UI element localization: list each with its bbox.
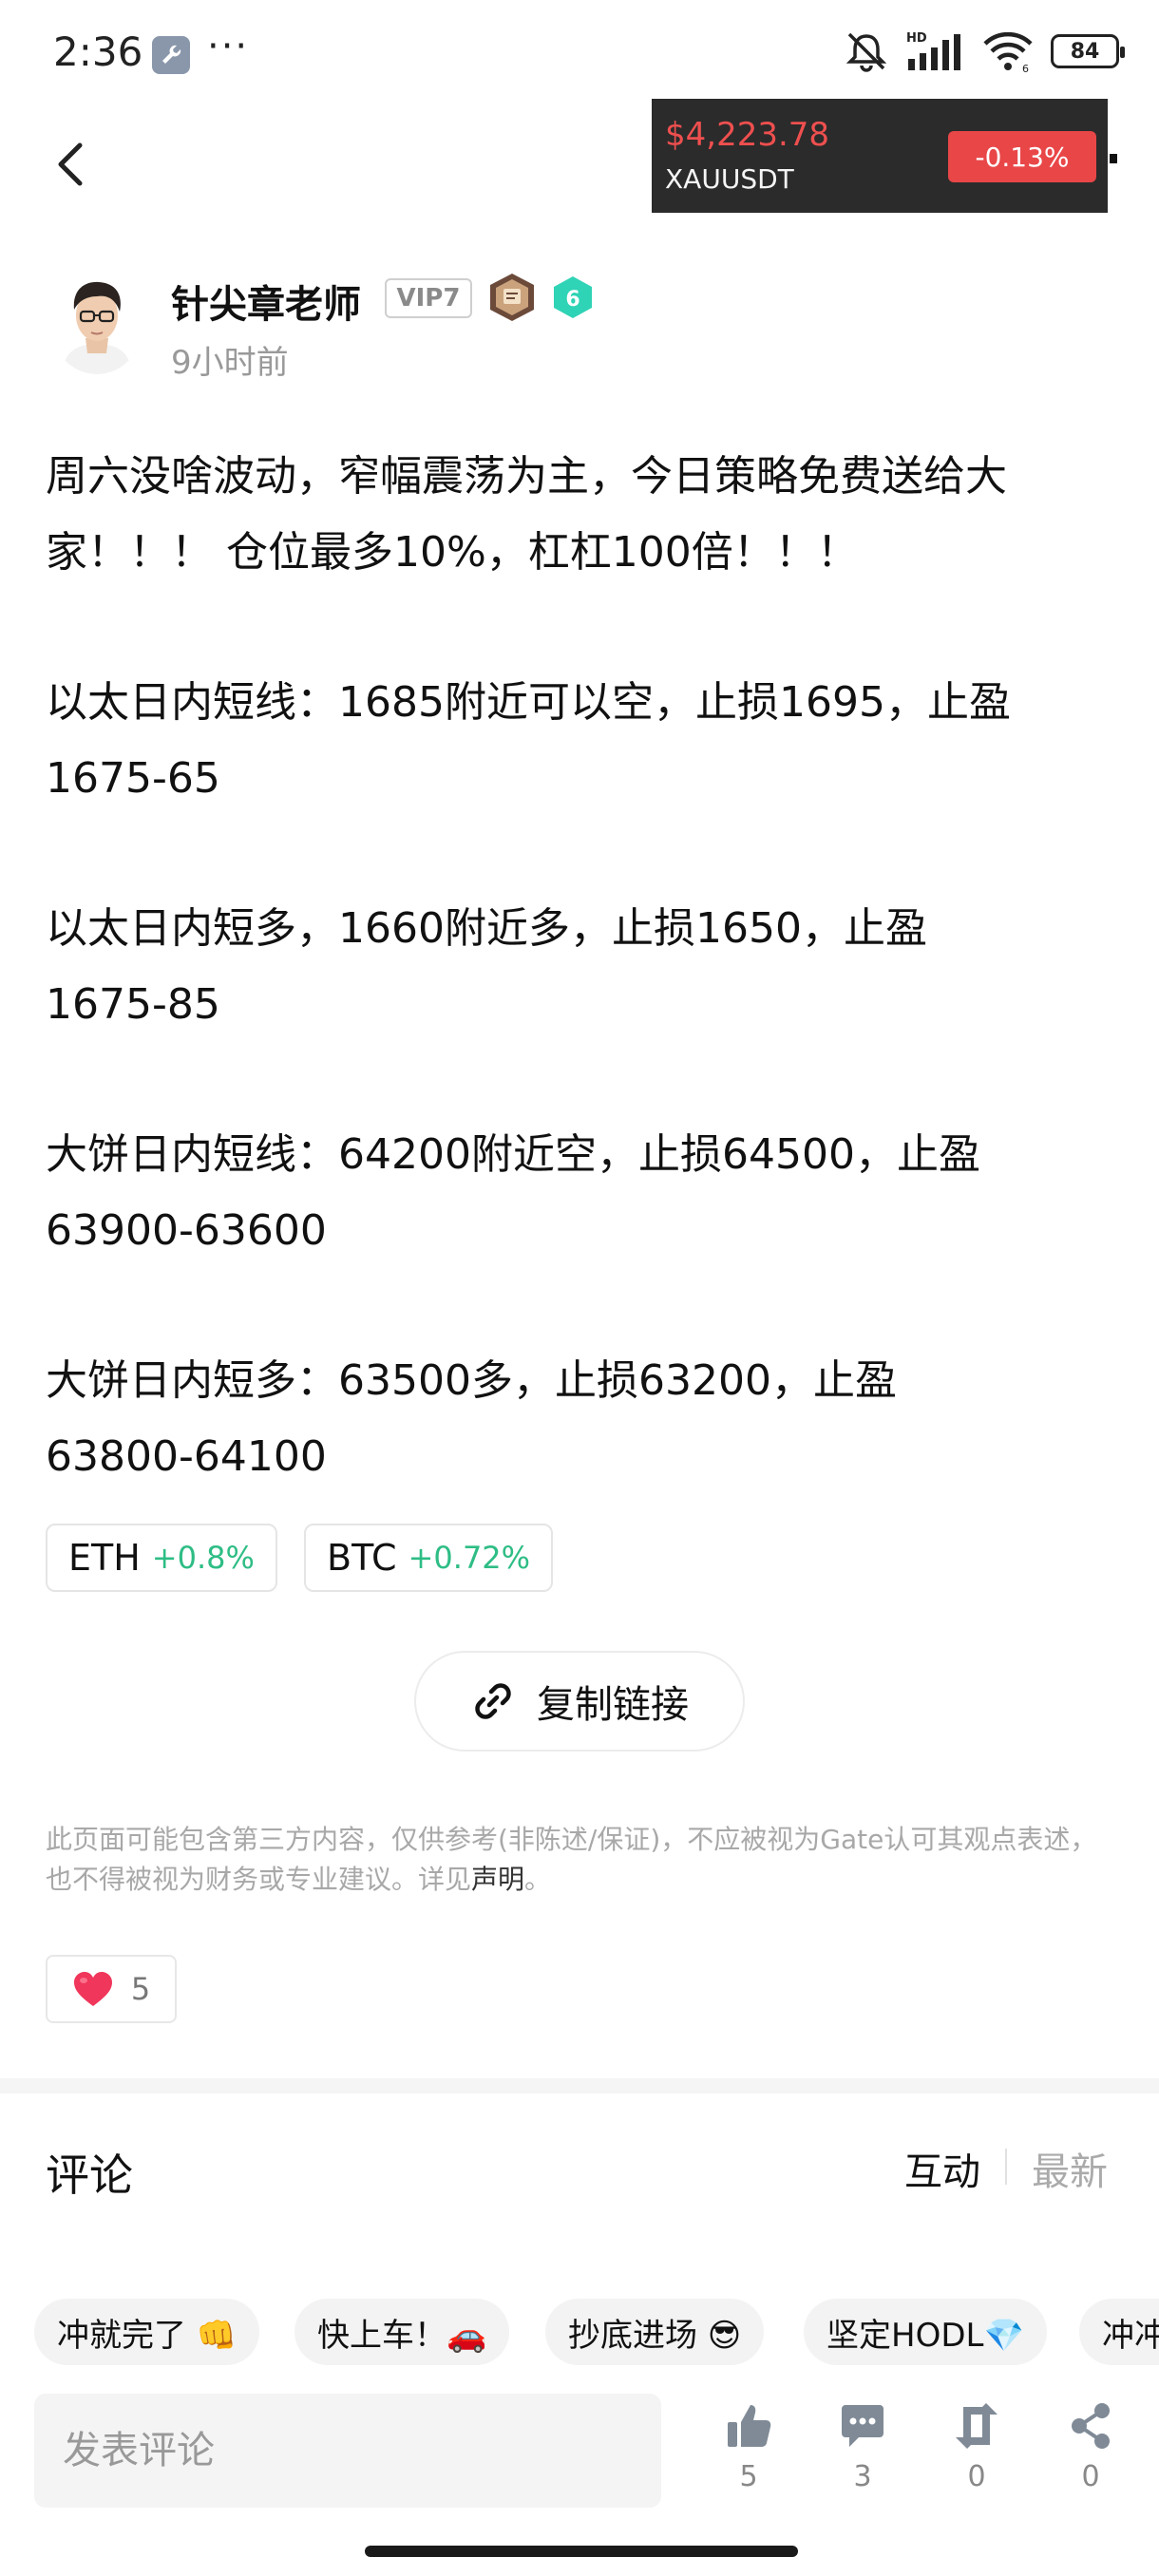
repost-action-button[interactable]: 0 xyxy=(939,2401,1015,2493)
status-bar: 2:36 ··· HD 6 84 xyxy=(0,0,1159,104)
heart-icon xyxy=(73,1972,112,2006)
coin-tag-btc[interactable]: BTC +0.72% xyxy=(304,1524,554,1592)
level-badge-number: 6 xyxy=(565,288,580,312)
comment-action-count: 3 xyxy=(853,2460,872,2493)
price-ticker-card[interactable]: $4,223.78 XAUUSDT -0.13% xyxy=(652,99,1108,213)
post-time: 9小时前 xyxy=(171,344,289,382)
comment-icon xyxy=(842,2405,884,2447)
signal-icon: HD xyxy=(906,31,960,70)
quick-reply-chips: 冲就完了 👊 快上车！🚗 抄底进场 😎 坚定HODL💎 冲冲冲 xyxy=(34,2299,1159,2365)
share-icon xyxy=(1072,2403,1110,2449)
author-name[interactable]: 针尖章老师 xyxy=(171,274,361,329)
share-action-button[interactable]: 0 xyxy=(1053,2401,1129,2493)
coin-tag-eth[interactable]: ETH +0.8% xyxy=(46,1524,277,1592)
quick-reply-chip[interactable]: 冲就完了 👊 xyxy=(34,2299,260,2365)
home-indicator[interactable] xyxy=(365,2546,798,2557)
status-more-dots: ··· xyxy=(207,25,250,68)
chevron-left-icon xyxy=(58,142,83,186)
coin-tag-change: +0.8% xyxy=(151,1540,255,1576)
coin-tag-name: BTC xyxy=(327,1537,397,1579)
disclaimer-text: 此页面可能包含第三方内容，仅供参考(非陈述/保证)，不应被视为Gate认可其观点… xyxy=(46,1824,1097,1895)
comments-title: 评论 xyxy=(46,2150,133,2201)
comment-action-button[interactable]: 3 xyxy=(825,2401,901,2493)
wrench-icon xyxy=(152,36,190,74)
svg-text:6: 6 xyxy=(1022,63,1029,72)
like-reaction-button[interactable]: 5 xyxy=(46,1955,177,2023)
copy-link-button[interactable]: 复制链接 xyxy=(414,1651,745,1752)
status-time: 2:36 xyxy=(53,28,143,75)
post-line: 大饼日内短多：63500多，止损63200，止盈 xyxy=(46,1356,897,1405)
tab-interactive[interactable]: 互动 xyxy=(904,2141,980,2196)
ticker-edge-marker xyxy=(1110,154,1117,163)
author-avatar[interactable] xyxy=(49,268,144,374)
post-line: 1675-85 xyxy=(46,980,220,1029)
thumbs-up-icon xyxy=(728,2405,771,2447)
svg-text:HD: HD xyxy=(906,31,927,46)
copy-link-label: 复制链接 xyxy=(537,1683,689,1727)
section-divider xyxy=(0,2078,1159,2093)
repost-icon xyxy=(956,2403,998,2449)
disclaimer-link[interactable]: 声明 xyxy=(471,1864,524,1895)
post-line: 63900-63600 xyxy=(46,1206,327,1255)
quick-reply-chip[interactable]: 冲冲冲 xyxy=(1079,2299,1159,2365)
post-body: 周六没啥波动，窄幅震荡为主，今日策略免费送给大 家！！！ 仓位最多10%，杠杠1… xyxy=(46,439,1129,1495)
status-indicators: HD 6 84 xyxy=(844,30,1125,72)
ticker-price: $4,223.78 xyxy=(665,116,830,154)
quick-reply-chip[interactable]: 快上车！🚗 xyxy=(294,2299,510,2365)
post-line: 家！！！ 仓位最多10%，杠杠100倍！！！ xyxy=(46,528,859,577)
tab-latest[interactable]: 最新 xyxy=(1032,2141,1108,2196)
post-line: 以太日内短线：1685附近可以空，止损1695，止盈 xyxy=(46,678,1011,727)
quick-reply-chip[interactable]: 坚定HODL💎 xyxy=(804,2299,1047,2365)
coin-tag-name: ETH xyxy=(68,1537,141,1579)
post-line: 周六没啥波动，窄幅震荡为主，今日策略免费送给大 xyxy=(46,452,1007,501)
rank-badge-icon xyxy=(486,272,538,323)
link-icon xyxy=(475,1683,511,1719)
repost-action-count: 0 xyxy=(967,2460,986,2493)
tab-separator xyxy=(1005,2149,1007,2185)
post-line: 以太日内短多，1660附近多，止损1650，止盈 xyxy=(46,904,927,953)
like-count: 5 xyxy=(130,1971,151,2007)
comment-input[interactable] xyxy=(34,2394,661,2508)
ticker-symbol: XAUUSDT xyxy=(665,163,794,195)
back-button[interactable] xyxy=(48,138,95,191)
mute-icon xyxy=(846,32,887,72)
post-line: 63800-64100 xyxy=(46,1432,327,1481)
like-action-button[interactable]: 5 xyxy=(711,2401,787,2493)
coin-tag-change: +0.72% xyxy=(408,1540,531,1576)
disclaimer-end: 。 xyxy=(524,1864,552,1895)
share-action-count: 0 xyxy=(1081,2460,1100,2493)
battery-icon: 84 xyxy=(1051,34,1125,68)
vip-badge: VIP7 xyxy=(385,278,472,318)
ticker-change-badge: -0.13% xyxy=(948,131,1096,182)
wifi-icon: 6 xyxy=(983,31,1033,72)
post-line: 大饼日内短线：64200附近空，止损64500，止盈 xyxy=(46,1130,980,1179)
disclaimer: 此页面可能包含第三方内容，仅供参考(非陈述/保证)，不应被视为Gate认可其观点… xyxy=(46,1820,1119,1900)
like-action-count: 5 xyxy=(739,2460,758,2493)
level-badge-icon: 6 xyxy=(551,275,595,319)
quick-reply-chip[interactable]: 抄底进场 😎 xyxy=(545,2299,765,2365)
post-line: 1675-65 xyxy=(46,754,220,803)
